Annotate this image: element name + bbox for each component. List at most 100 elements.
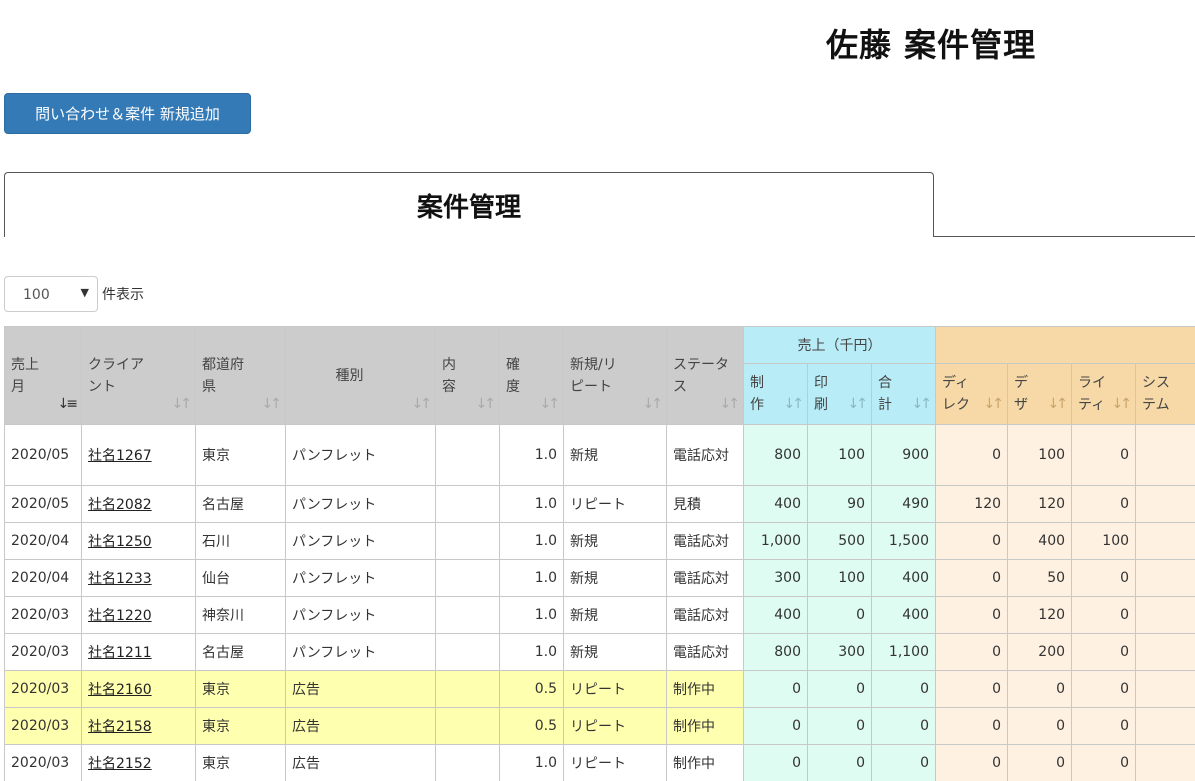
cell-month: 2020/04 [4,522,82,560]
cell-cert: 1.0 [499,424,564,486]
cell-direct: 0 [935,744,1009,781]
tab-case-management[interactable]: 案件管理 [4,172,934,237]
column-header-system[interactable]: システム↓↑ [1135,363,1195,425]
cell-system: 0 [1135,744,1195,781]
column-header-content[interactable]: 内容 ↓↑ [435,326,500,425]
cell-type: 広告 [285,670,436,708]
cell-newrep: リピート [563,485,667,523]
column-header-month[interactable]: 売上月 ↓≡ [4,326,82,425]
table-row[interactable]: 2020/04 社名1233 仙台 パンフレット 1.0 新規 電話応対 300 100 400 0… [4,559,1195,597]
sort-icon[interactable]: ↓↑ [172,396,193,412]
client-link[interactable]: 社名1233 [88,571,152,587]
column-header-client[interactable]: クライアント ↓↑ [81,326,196,425]
column-header-pref[interactable]: 都道府県 ↓↑ [195,326,286,425]
client-link[interactable]: 社名2082 [88,497,152,513]
tab-baseline [934,236,1195,237]
sort-icon[interactable]: ↓↑ [412,396,433,412]
column-header-prod[interactable]: 制作 ↓↑ [743,363,808,425]
client-link[interactable]: 社名1211 [88,645,152,661]
client-link[interactable]: 社名1250 [88,534,152,550]
cell-type: 広告 [285,744,436,781]
sort-icon[interactable]: ↓↑ [1112,396,1133,412]
sort-icon[interactable]: ↓↑ [476,396,497,412]
cell-month: 2020/05 [4,485,82,523]
cell-type: パンフレット [285,633,436,671]
cell-month: 2020/03 [4,633,82,671]
sort-icon[interactable]: ↓↑ [848,396,869,412]
cell-print: 100 [807,424,872,486]
cell-system: 0 [1135,633,1195,671]
table-row[interactable]: 2020/05 社名2082 名古屋 パンフレット 1.0 リピート 見積 400 90 490 1… [4,485,1195,523]
cell-writer: 0 [1071,670,1137,708]
column-header-direct[interactable]: ディ レク ↓↑ [935,363,1009,425]
cell-design: 120 [1007,485,1073,523]
page-length-select[interactable]: 100 ▼ [4,276,98,312]
table-row[interactable]: 2020/03社名2158東京広告0.5リピート制作中0000000 [4,707,1195,745]
cell-month: 2020/03 [4,670,82,708]
client-link[interactable]: 社名1267 [88,448,152,464]
cell-design: 120 [1007,596,1073,634]
cell-client: 社名1220 [81,596,196,634]
sort-icon[interactable]: ↓↑ [643,396,664,412]
cell-status: 電話応対 [666,559,744,597]
client-link[interactable]: 社名2152 [88,756,152,772]
sort-icon[interactable]: ↓↑ [784,396,805,412]
cell-system: 0 [1135,424,1195,486]
cell-client: 社名2152 [81,744,196,781]
client-link[interactable]: 社名2160 [88,682,152,698]
cell-client: 社名2082 [81,485,196,523]
page-length-value: 100 [23,287,50,303]
cell-newrep: リピート [563,707,667,745]
table-row[interactable]: 2020/03社名2160東京広告0.5リピート制作中0000000 [4,670,1195,708]
cell-newrep: 新規 [563,522,667,560]
cell-status: 制作中 [666,744,744,781]
cell-month: 2020/05 [4,424,82,486]
table-row[interactable]: 2020/03 社名1211 名古屋 パンフレット 1.0 新規 電話応対 800 300 1,1… [4,633,1195,671]
sort-icon[interactable]: ↓↑ [262,396,283,412]
case-table: 売上月 ↓≡ クライア ント ↓↑ 都道府県 ↓↑ 種別 ↓↑ 内容 ↓↑ 確度 ↓↑ 新規/リ ピート ↓↑… [4,326,1195,781]
client-link[interactable]: 社名1220 [88,608,152,624]
table-row[interactable]: 2020/03 社名1220 神奈川 パンフレット 1.0 新規 電話応対 400 0 400 0 1… [4,596,1195,634]
page-length-control: 100 ▼ 件表示 [4,276,144,312]
cell-content [435,633,500,671]
sort-icon[interactable]: ↓↑ [912,396,933,412]
column-header-label: ント [88,378,116,395]
cell-prod: 800 [743,633,808,671]
column-header-status[interactable]: ステータス ↓↑ [666,326,744,425]
cell-print: 100 [807,559,872,597]
cell-prod: 800 [743,424,808,486]
column-header-label: クライア [88,356,144,373]
column-header-type[interactable]: 種別 ↓↑ [285,326,436,425]
sort-icon[interactable]: ↓↑ [984,396,1005,412]
tab-label: 案件管理 [416,192,521,223]
sort-icon[interactable]: ↓↑ [720,396,741,412]
cell-status: 電話応対 [666,633,744,671]
cell-system: 0 [1135,707,1195,745]
column-header-design[interactable]: デザ ↓↑ [1007,363,1073,425]
case-table-wrapper[interactable]: 売上月 ↓≡ クライア ント ↓↑ 都道府県 ↓↑ 種別 ↓↑ 内容 ↓↑ 確度 ↓↑ 新規/リ ピート ↓↑… [4,326,1195,781]
cell-status: 電話応対 [666,522,744,560]
table-row[interactable]: 2020/03社名2152東京広告1.0リピート制作中0000000 [4,744,1195,781]
cell-system: 0 [1135,559,1195,597]
add-inquiry-button[interactable]: 問い合わせ＆案件 新規追加 [4,93,251,134]
column-header-label: ピート [570,378,612,395]
cell-status: 電話応対 [666,596,744,634]
sort-icon[interactable]: ↓↑ [1048,396,1069,412]
table-row[interactable]: 2020/05 社名1267 東京 パンフレット 1.0 新規 電話応対 800 100 900 0… [4,424,1195,486]
column-header-print[interactable]: 印刷 ↓↑ [807,363,872,425]
column-header-label: 制 [750,375,764,391]
cell-system: 0 [1135,670,1195,708]
cell-design: 200 [1007,633,1073,671]
column-header-newrep[interactable]: 新規/リ ピート ↓↑ [563,326,667,425]
cell-system: 0 [1135,596,1195,634]
sort-icon[interactable]: ↓↑ [540,396,561,412]
table-row[interactable]: 2020/04 社名1250 石川 パンフレット 1.0 新規 電話応対 1,000 500 1,… [4,522,1195,560]
column-header-writer[interactable]: ライ ティ ↓↑ [1071,363,1137,425]
client-link[interactable]: 社名2158 [88,719,152,735]
sort-desc-icon[interactable]: ↓≡ [58,396,79,412]
column-header-total[interactable]: 合計 ↓↑ [870,363,937,425]
column-header-cert[interactable]: 確度 ↓↑ [499,326,564,425]
cell-status: 制作中 [666,707,744,745]
cell-pref: 神奈川 [195,596,286,634]
column-header-label: 度 [506,378,520,395]
